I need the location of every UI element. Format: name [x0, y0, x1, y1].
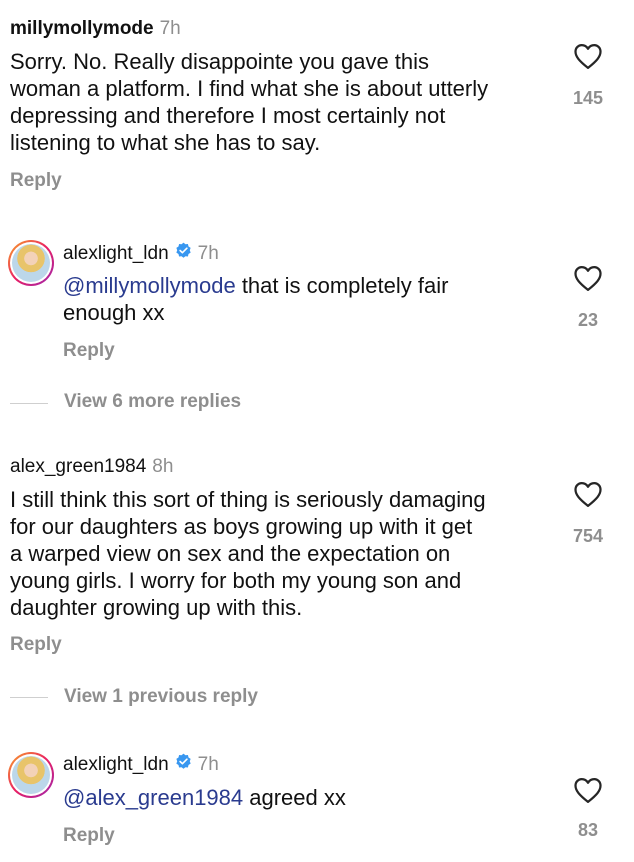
comment-1: millymollymode 7h — [10, 18, 181, 40]
like-count: 23 — [577, 310, 599, 330]
verified-badge-icon — [176, 753, 191, 769]
comment-username[interactable]: millymollymode — [10, 18, 154, 40]
comment-timestamp: 7h — [197, 243, 219, 264]
comment-username[interactable]: alexlight_ldn — [63, 243, 169, 265]
reply-button[interactable]: Reply — [63, 340, 115, 362]
heart-outline-icon[interactable] — [573, 42, 603, 70]
comment-text: I still think this sort of thing is seri… — [10, 487, 486, 620]
mention-link[interactable]: @millymollymode — [63, 273, 236, 298]
reply-button[interactable]: Reply — [10, 634, 62, 656]
comment-text: @millymollymode that is completely fair … — [63, 272, 543, 326]
view-more-replies-button[interactable]: View 6 more replies — [64, 391, 241, 413]
comment-username[interactable]: alex_green1984 — [10, 456, 146, 478]
divider-line — [10, 697, 48, 698]
comment-4: alexlight_ldn 7h — [63, 753, 219, 776]
comment-timestamp: 8h — [152, 456, 174, 477]
heart-outline-icon[interactable] — [573, 776, 603, 804]
comment-3: alex_green1984 8h — [10, 456, 173, 478]
avatar[interactable] — [8, 240, 54, 286]
mention-link[interactable]: @alex_green1984 — [63, 785, 243, 810]
reply-button[interactable]: Reply — [63, 825, 115, 847]
comment-timestamp: 7h — [159, 18, 181, 39]
heart-outline-icon[interactable] — [573, 480, 603, 508]
avatar[interactable] — [8, 752, 54, 798]
like-count: 83 — [577, 820, 599, 840]
comment-timestamp: 7h — [197, 754, 219, 775]
heart-outline-icon[interactable] — [573, 264, 603, 292]
like-count: 145 — [572, 88, 604, 108]
comment-text: @alex_green1984 agreed xx — [63, 784, 543, 811]
like-count: 754 — [572, 526, 604, 546]
comment-2: alexlight_ldn 7h — [63, 242, 219, 265]
verified-badge-icon — [176, 242, 191, 258]
comment-username[interactable]: alexlight_ldn — [63, 754, 169, 776]
divider-line — [10, 403, 48, 404]
comment-body: agreed xx — [243, 785, 346, 810]
reply-button[interactable]: Reply — [10, 170, 62, 192]
view-previous-reply-button[interactable]: View 1 previous reply — [64, 686, 258, 708]
comment-text: Sorry. No. Really disappointe you gave t… — [10, 49, 489, 155]
